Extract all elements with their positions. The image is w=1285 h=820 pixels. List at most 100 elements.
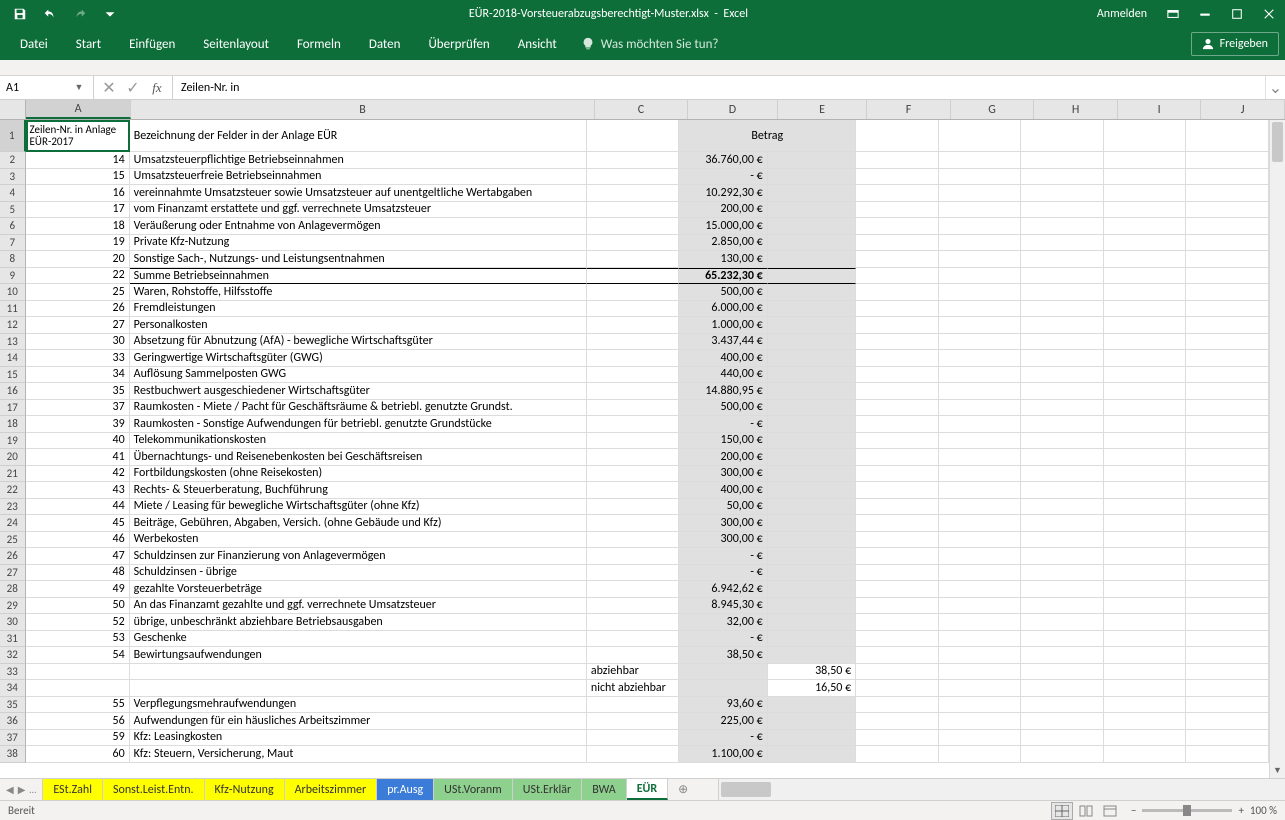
cell[interactable]: [1021, 515, 1104, 532]
cell[interactable]: [587, 120, 679, 152]
cell[interactable]: [587, 268, 679, 285]
cell[interactable]: [1104, 449, 1187, 466]
cell[interactable]: 400,00 €: [679, 482, 767, 499]
cell[interactable]: [1021, 284, 1104, 301]
cell[interactable]: [1104, 499, 1187, 516]
cell[interactable]: [856, 647, 939, 664]
cell[interactable]: 40: [26, 433, 130, 450]
active-cell[interactable]: Zeilen-Nr. in Anlage EÜR-2017: [26, 120, 130, 152]
cell[interactable]: [1021, 614, 1104, 631]
cell[interactable]: [1021, 202, 1104, 219]
maximize-button[interactable]: [1221, 0, 1253, 28]
cell[interactable]: [1021, 218, 1104, 235]
cell[interactable]: [939, 400, 1022, 417]
cell[interactable]: [1021, 251, 1104, 268]
cell[interactable]: 8.945,30 €: [679, 598, 767, 615]
cell[interactable]: [856, 334, 939, 351]
cell[interactable]: [856, 152, 939, 169]
cell[interactable]: [1104, 515, 1187, 532]
cell[interactable]: 20: [26, 251, 130, 268]
cell[interactable]: [1104, 383, 1187, 400]
cell[interactable]: [1186, 235, 1269, 252]
cell[interactable]: 65.232,30 €: [679, 268, 767, 285]
cell[interactable]: [768, 614, 856, 631]
cell[interactable]: [587, 235, 679, 252]
sheet-tab[interactable]: EÜR: [627, 779, 668, 800]
cell[interactable]: [587, 367, 679, 384]
cell[interactable]: 60: [26, 746, 130, 763]
row-header[interactable]: 32: [0, 647, 26, 664]
col-header-c[interactable]: C: [595, 100, 688, 119]
row-header[interactable]: 5: [0, 202, 26, 219]
cell[interactable]: [587, 614, 679, 631]
row-header[interactable]: 8: [0, 251, 26, 268]
cell[interactable]: vereinnahmte Umsatzsteuer sowie Umsatzst…: [130, 185, 587, 202]
cell[interactable]: 33: [26, 350, 130, 367]
cancel-formula-icon[interactable]: ✕: [98, 77, 120, 99]
cell[interactable]: [587, 647, 679, 664]
cell[interactable]: [939, 647, 1022, 664]
cell[interactable]: [679, 680, 767, 697]
cell[interactable]: [1021, 647, 1104, 664]
row-header[interactable]: 6: [0, 218, 26, 235]
cell[interactable]: - €: [679, 548, 767, 565]
undo-button[interactable]: [36, 0, 64, 28]
cell[interactable]: Geringwertige Wirtschaftsgüter (GWG): [130, 350, 587, 367]
cell[interactable]: [1186, 350, 1269, 367]
cell[interactable]: [1021, 713, 1104, 730]
cell[interactable]: [856, 713, 939, 730]
cell[interactable]: [1186, 515, 1269, 532]
cell[interactable]: 14.880,95 €: [679, 383, 767, 400]
cell[interactable]: Telekommunikationskosten: [130, 433, 587, 450]
cell[interactable]: [939, 746, 1022, 763]
cell[interactable]: Personalkosten: [130, 317, 587, 334]
cell[interactable]: [1021, 301, 1104, 318]
cell[interactable]: [939, 449, 1022, 466]
cell[interactable]: [1104, 532, 1187, 549]
cell[interactable]: [587, 713, 679, 730]
cell[interactable]: [939, 664, 1022, 681]
cell[interactable]: [1186, 581, 1269, 598]
cell[interactable]: 6.942,62 €: [679, 581, 767, 598]
cell[interactable]: [939, 367, 1022, 384]
cell[interactable]: 200,00 €: [679, 202, 767, 219]
cell[interactable]: 38,50 €: [768, 664, 856, 681]
cell[interactable]: [1104, 185, 1187, 202]
cell[interactable]: 300,00 €: [679, 532, 767, 549]
col-header-i[interactable]: I: [1118, 100, 1202, 119]
cell[interactable]: Umsatzsteuerpflichtige Betriebseinnahmen: [130, 152, 587, 169]
cell[interactable]: 22: [26, 268, 130, 285]
cell[interactable]: [587, 416, 679, 433]
row-header[interactable]: 3: [0, 169, 26, 186]
cell[interactable]: [768, 466, 856, 483]
row-header[interactable]: 12: [0, 317, 26, 334]
cell[interactable]: [587, 581, 679, 598]
cell[interactable]: [768, 152, 856, 169]
cell[interactable]: [1186, 334, 1269, 351]
cell[interactable]: [1021, 680, 1104, 697]
cell[interactable]: übrige, unbeschränkt abziehbare Betriebs…: [130, 614, 587, 631]
cell[interactable]: [1021, 532, 1104, 549]
cell[interactable]: [939, 548, 1022, 565]
cell[interactable]: Aufwendungen für ein häusliches Arbeitsz…: [130, 713, 587, 730]
cell[interactable]: [856, 482, 939, 499]
cell[interactable]: [1104, 631, 1187, 648]
cell[interactable]: [1021, 235, 1104, 252]
cell[interactable]: [939, 185, 1022, 202]
cell[interactable]: 54: [26, 647, 130, 664]
cell[interactable]: [1104, 169, 1187, 186]
cell[interactable]: 53: [26, 631, 130, 648]
cell[interactable]: [1104, 730, 1187, 747]
cell[interactable]: 46: [26, 532, 130, 549]
cell[interactable]: 38,50 €: [679, 647, 767, 664]
cell[interactable]: [587, 185, 679, 202]
cell[interactable]: [1104, 416, 1187, 433]
cell[interactable]: Schuldzinsen - übrige: [130, 565, 587, 582]
tab-ansicht[interactable]: Ansicht: [504, 28, 571, 60]
cell[interactable]: [768, 367, 856, 384]
cell[interactable]: [939, 581, 1022, 598]
cell[interactable]: [1104, 284, 1187, 301]
cell[interactable]: 16,50 €: [768, 680, 856, 697]
cell[interactable]: [856, 730, 939, 747]
cell[interactable]: [1186, 598, 1269, 615]
